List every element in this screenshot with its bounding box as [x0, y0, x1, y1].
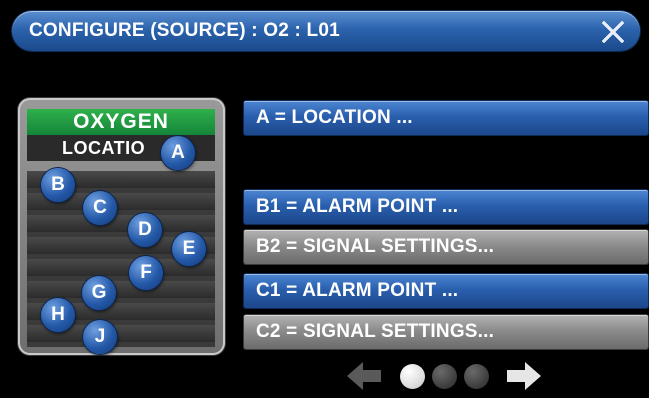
gas-label: OXYGEN: [27, 109, 215, 135]
prev-page-button[interactable]: [345, 360, 383, 392]
badge-f[interactable]: F: [129, 256, 163, 290]
page-dot-1[interactable]: [400, 364, 425, 389]
page-title: CONFIGURE (SOURCE) : O2 : L01: [29, 20, 340, 41]
title-bar: CONFIGURE (SOURCE) : O2 : L01: [12, 11, 640, 51]
arrow-right-icon: [507, 362, 541, 390]
badge-h[interactable]: H: [41, 298, 75, 332]
badge-g[interactable]: G: [82, 276, 116, 310]
arrow-left-icon: [347, 362, 381, 390]
badge-e[interactable]: E: [172, 232, 206, 266]
location-button[interactable]: A = LOCATION ...: [244, 101, 648, 135]
badge-j[interactable]: J: [83, 320, 117, 354]
c2-signal-settings-button[interactable]: C2 = SIGNAL SETTINGS...: [244, 315, 648, 349]
badge-d[interactable]: D: [128, 213, 162, 247]
c1-alarm-point-button[interactable]: C1 = ALARM POINT ...: [244, 274, 648, 308]
next-page-button[interactable]: [505, 360, 543, 392]
badge-a[interactable]: A: [161, 136, 195, 170]
page-dot-2[interactable]: [432, 364, 457, 389]
b1-alarm-point-button[interactable]: B1 = ALARM POINT ...: [244, 190, 648, 224]
b2-signal-settings-button[interactable]: B2 = SIGNAL SETTINGS...: [244, 230, 648, 264]
close-icon: [601, 20, 625, 44]
page-dot-3[interactable]: [464, 364, 489, 389]
close-button[interactable]: [598, 16, 628, 46]
page-navigator: [345, 358, 550, 394]
badge-b[interactable]: B: [41, 168, 75, 202]
badge-c[interactable]: C: [83, 191, 117, 225]
